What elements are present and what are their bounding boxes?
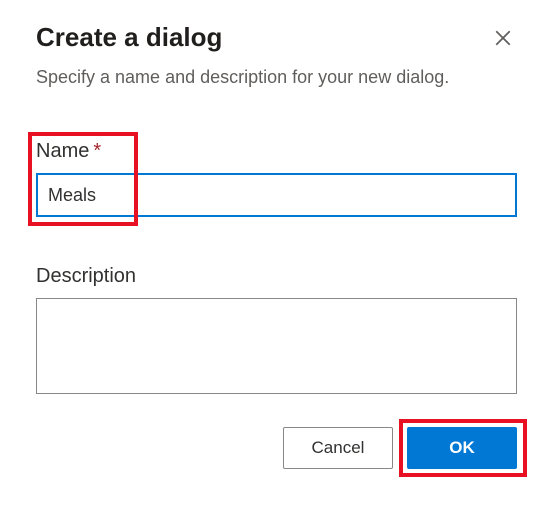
dialog-container: Create a dialog Specify a name and descr…	[36, 22, 517, 469]
name-field-group: Name*	[36, 140, 517, 217]
cancel-button[interactable]: Cancel	[283, 427, 393, 469]
close-button[interactable]	[489, 24, 517, 52]
name-label: Name*	[36, 140, 517, 163]
name-input[interactable]	[36, 173, 517, 217]
ok-button[interactable]: OK	[407, 427, 517, 469]
dialog-footer: Cancel OK	[36, 427, 517, 469]
ok-button-wrap: OK	[407, 427, 517, 469]
description-label: Description	[36, 265, 517, 288]
name-label-text: Name	[36, 140, 89, 162]
ok-button-label: OK	[449, 438, 475, 458]
dialog-title: Create a dialog	[36, 22, 222, 53]
description-input[interactable]	[36, 298, 517, 394]
dialog-header: Create a dialog	[36, 22, 517, 53]
description-field-group: Description	[36, 265, 517, 399]
cancel-button-label: Cancel	[312, 438, 365, 458]
required-indicator: *	[93, 140, 101, 162]
dialog-subtitle: Specify a name and description for your …	[36, 67, 517, 88]
close-icon	[494, 29, 512, 47]
